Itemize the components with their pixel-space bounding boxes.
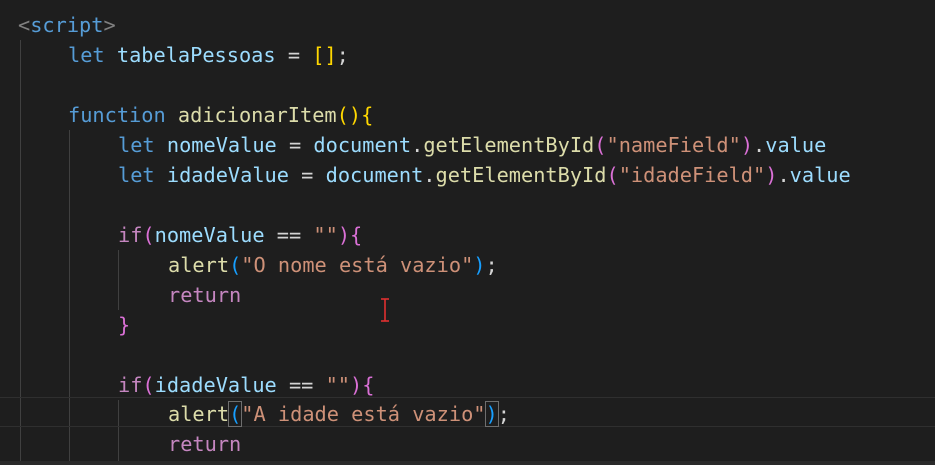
operator: = bbox=[275, 43, 313, 67]
horizontal-scrollbar[interactable] bbox=[0, 461, 935, 465]
code-line: return bbox=[168, 280, 241, 310]
keyword-if: if bbox=[118, 373, 143, 397]
variable: tabelaPessoas bbox=[116, 43, 276, 67]
keyword: let bbox=[118, 163, 155, 187]
string: "nameField" bbox=[606, 133, 741, 157]
paren-close-matched: ) bbox=[484, 401, 499, 427]
variable: nomeValue bbox=[154, 223, 265, 247]
code-line: let idadeValue = document.getElementById… bbox=[118, 160, 851, 190]
code-line: alert("O nome está vazio"); bbox=[168, 250, 498, 280]
paren: () bbox=[336, 103, 362, 127]
keyword-return: return bbox=[168, 283, 242, 307]
code-editor[interactable]: <script> let tabelaPessoas = []; functio… bbox=[0, 0, 935, 465]
tag-close-bracket: > bbox=[103, 13, 116, 37]
keyword: let bbox=[118, 133, 155, 157]
paren-close: ) bbox=[740, 133, 754, 157]
method: getElementById bbox=[435, 163, 607, 187]
paren-close: ) bbox=[350, 373, 363, 397]
function-call: alert bbox=[168, 402, 230, 426]
code-line: let nomeValue = document.getElementById(… bbox=[118, 130, 826, 160]
code-line: let tabelaPessoas = []; bbox=[68, 40, 349, 70]
semicolon: ; bbox=[336, 43, 349, 67]
variable: idadeValue bbox=[154, 373, 277, 397]
keyword: let bbox=[68, 43, 105, 67]
object: document bbox=[325, 163, 424, 187]
code-line: function adicionarItem(){ bbox=[68, 100, 373, 130]
dot: . bbox=[753, 133, 766, 157]
code-line: alert("A idade está vazio"); bbox=[168, 399, 510, 429]
string: "" bbox=[325, 373, 351, 397]
code-line: if(idadeValue == ""){ bbox=[118, 370, 374, 400]
variable: nomeValue bbox=[166, 133, 277, 157]
operator: == bbox=[276, 373, 326, 397]
semicolon: ; bbox=[497, 402, 510, 426]
string: "" bbox=[313, 223, 338, 247]
property: value bbox=[789, 163, 851, 187]
code-line: if(nomeValue == ""){ bbox=[118, 220, 362, 250]
indent-guide bbox=[118, 250, 119, 310]
operator: == bbox=[264, 223, 314, 247]
semicolon: ; bbox=[485, 253, 498, 277]
text-cursor-icon bbox=[381, 298, 389, 322]
dot: . bbox=[411, 133, 424, 157]
paren-open: ( bbox=[142, 223, 155, 247]
tag-name: script bbox=[30, 13, 104, 37]
brace: { bbox=[350, 223, 363, 247]
paren-open: ( bbox=[606, 163, 619, 187]
code-line: } bbox=[118, 310, 130, 340]
paren-open: ( bbox=[229, 253, 242, 277]
brace: } bbox=[118, 313, 131, 337]
object: document bbox=[313, 133, 412, 157]
variable: idadeValue bbox=[166, 163, 289, 187]
string: "idadeField" bbox=[618, 163, 766, 187]
function-call: alert bbox=[168, 253, 230, 277]
array-brackets: [] bbox=[312, 43, 337, 67]
dot: . bbox=[423, 163, 436, 187]
string: "O nome está vazio" bbox=[241, 253, 474, 277]
keyword-if: if bbox=[118, 223, 143, 247]
string: "A idade está vazio" bbox=[241, 402, 486, 426]
brace: { bbox=[362, 373, 375, 397]
method: getElementById bbox=[423, 133, 595, 157]
operator: = bbox=[276, 133, 314, 157]
paren-close: ) bbox=[765, 163, 778, 187]
dot: . bbox=[777, 163, 790, 187]
property: value bbox=[765, 133, 827, 157]
tag-open-bracket: < bbox=[18, 13, 31, 37]
keyword-return: return bbox=[168, 432, 242, 456]
paren-open: ( bbox=[142, 373, 155, 397]
code-line: return bbox=[168, 429, 241, 459]
function-name: adicionarItem bbox=[177, 103, 337, 127]
brace: { bbox=[361, 103, 374, 127]
keyword: function bbox=[68, 103, 166, 127]
paren-close: ) bbox=[337, 223, 351, 247]
paren-close: ) bbox=[473, 253, 486, 277]
operator: = bbox=[288, 163, 326, 187]
paren-open-matched: ( bbox=[228, 401, 243, 427]
code-line: <script> bbox=[18, 10, 116, 40]
paren-open: ( bbox=[594, 133, 607, 157]
